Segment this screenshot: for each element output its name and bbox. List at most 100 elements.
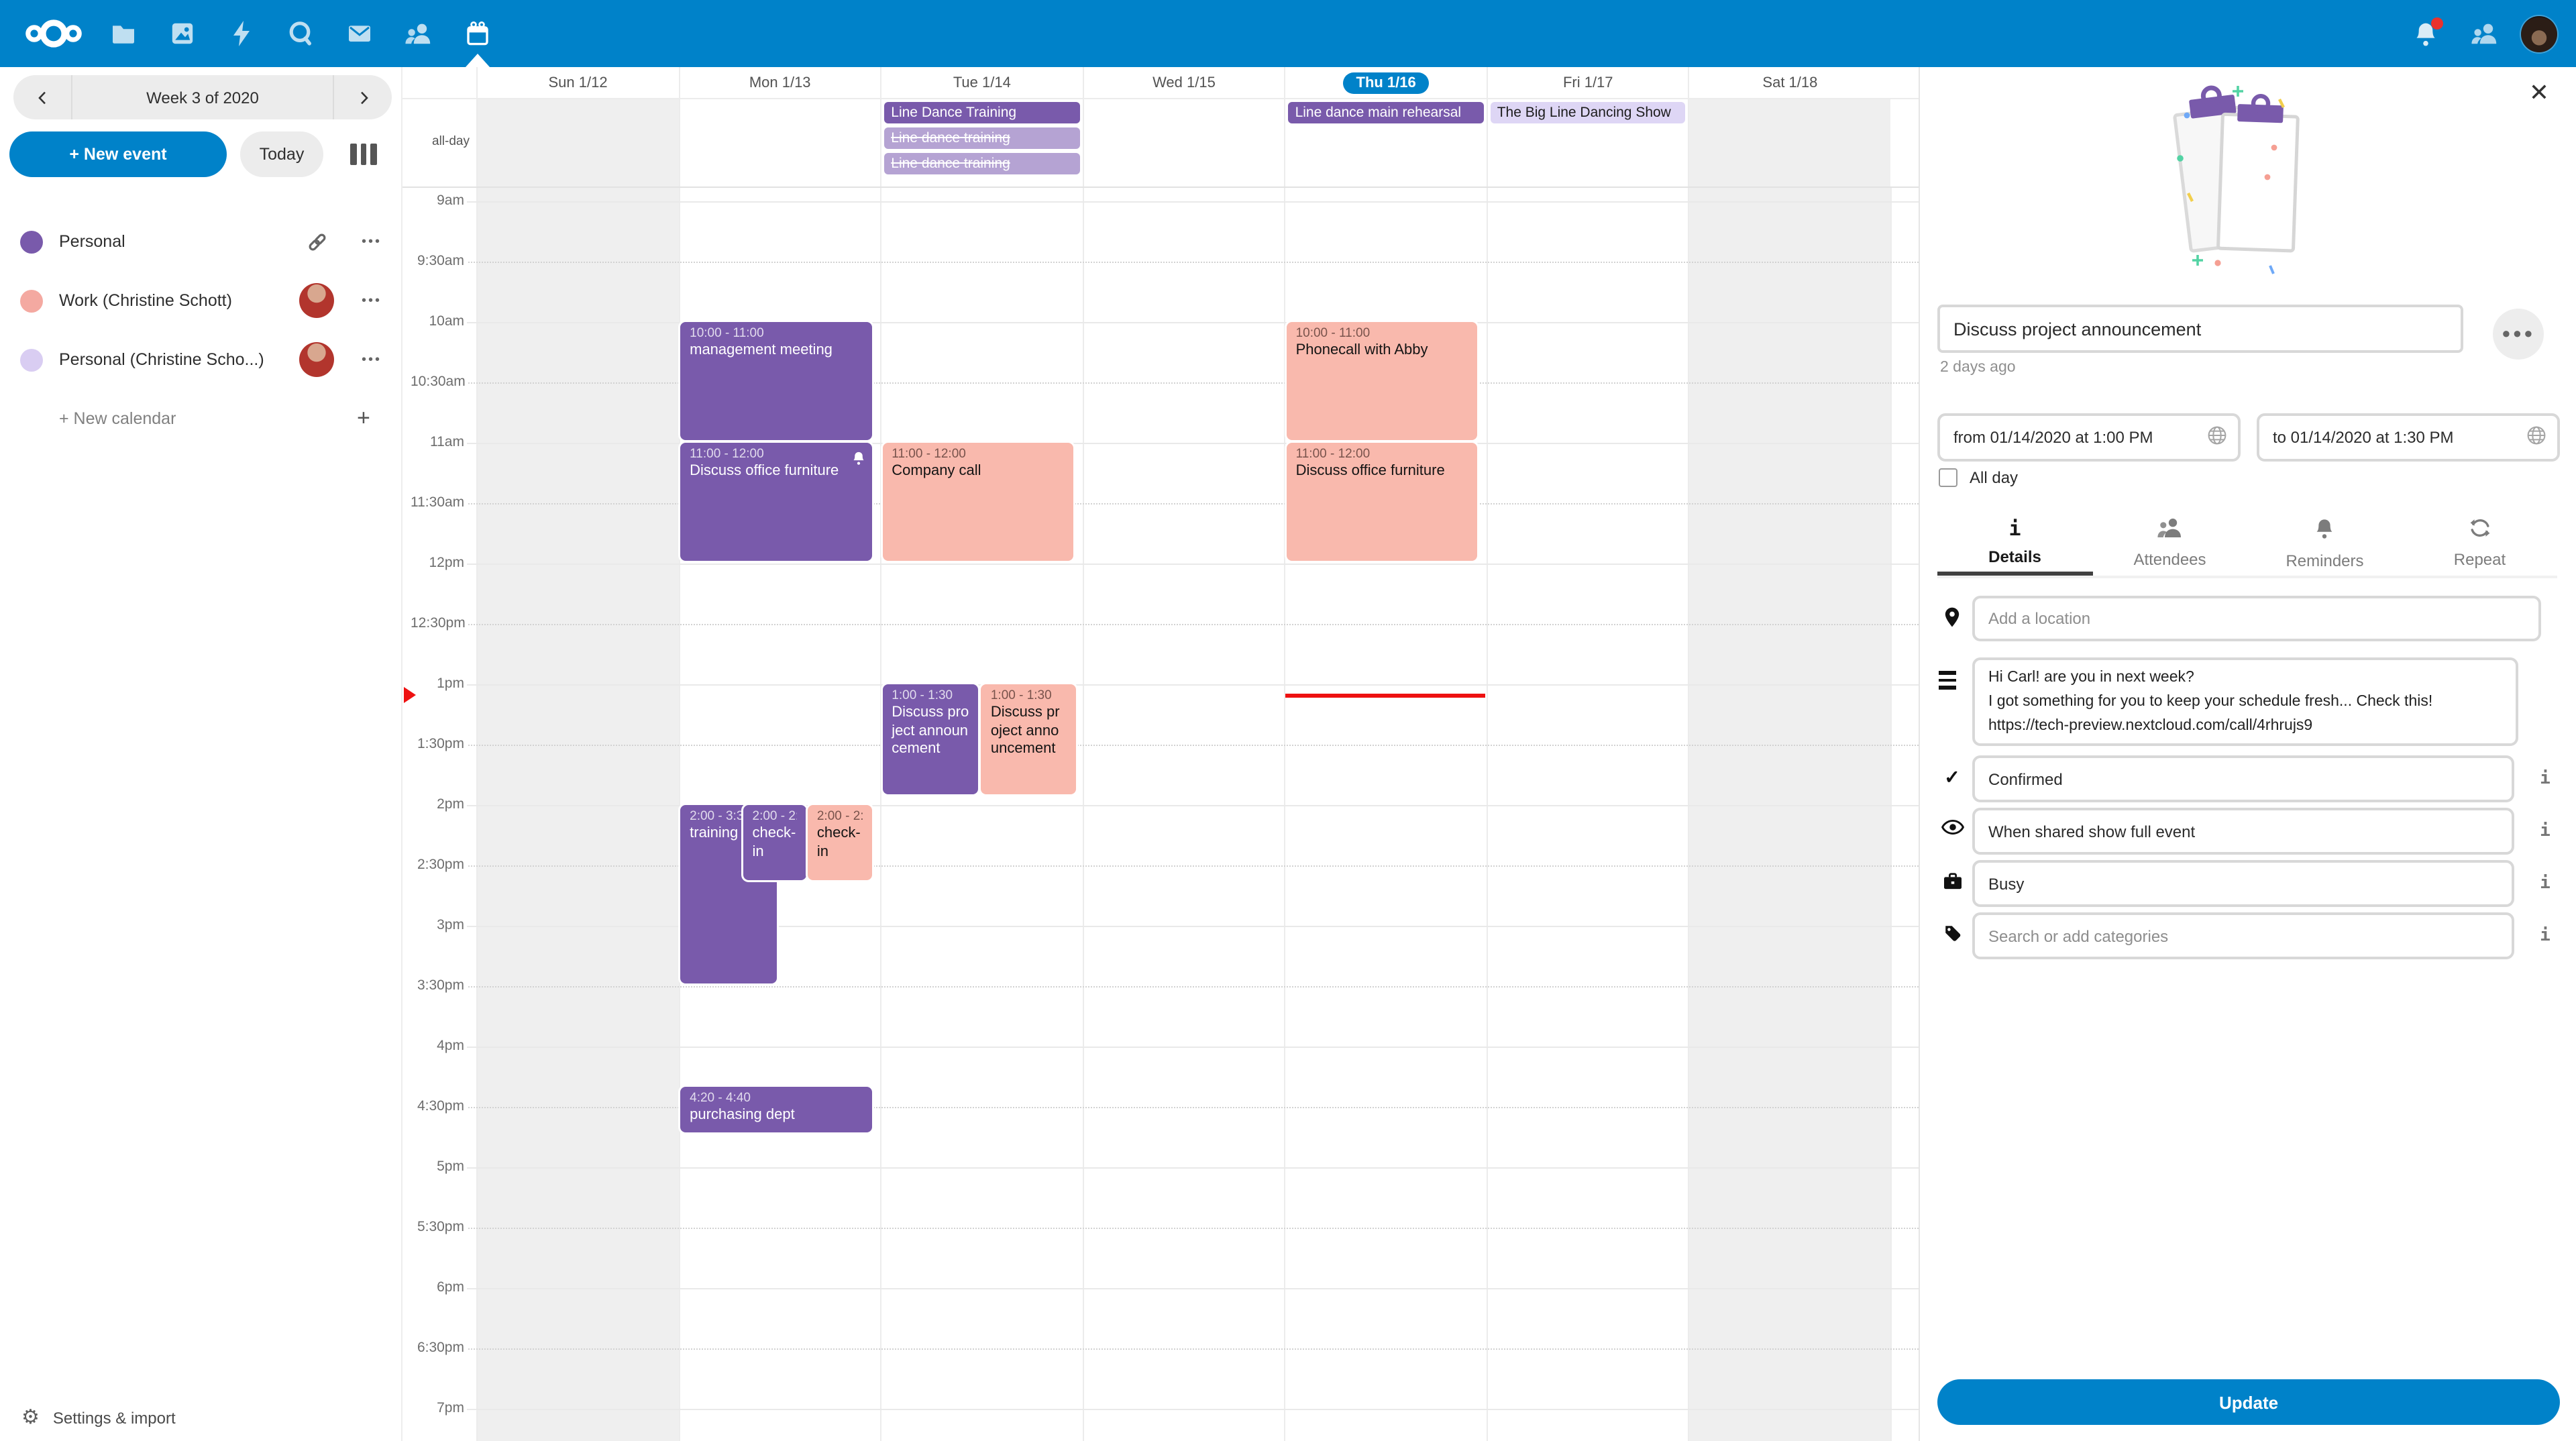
day-header-cell[interactable]: Sun 1/12 <box>476 67 678 99</box>
update-button[interactable]: Update <box>1937 1379 2560 1425</box>
all-day-event[interactable]: The Big Line Dancing Show <box>1491 102 1686 123</box>
time-label: 1:30pm <box>402 735 467 753</box>
talk-icon[interactable] <box>271 0 330 67</box>
info-icon[interactable]: i <box>2536 769 2555 789</box>
all-day-cell[interactable] <box>476 99 678 186</box>
day-header-cell[interactable]: Sat 1/18 <box>1688 67 1890 99</box>
tab-attendees[interactable]: Attendees <box>2092 513 2247 576</box>
selected-day-pill: Thu 1/16 <box>1343 72 1430 94</box>
time-label: 5:30pm <box>402 1218 467 1236</box>
event-title-input[interactable] <box>1937 305 2463 353</box>
location-pin-icon <box>1939 606 1966 628</box>
info-icon[interactable]: i <box>2536 873 2555 894</box>
user-avatar[interactable] <box>2521 15 2557 52</box>
previous-week-button[interactable] <box>13 75 72 119</box>
info-icon[interactable]: i <box>2536 821 2555 841</box>
all-day-cell[interactable]: Line dance main rehearsal <box>1285 99 1487 186</box>
briefcase-icon <box>1939 872 1966 890</box>
tab-repeat[interactable]: Repeat <box>2402 513 2557 576</box>
day-column[interactable] <box>476 188 678 1441</box>
event-start-field[interactable]: from 01/14/2020 at 1:00 PM <box>1937 413 2241 462</box>
calendar-list-item[interactable]: Personal (Christine Scho...) ••• <box>0 330 401 389</box>
tab-reminders[interactable]: Reminders <box>2247 513 2402 576</box>
new-calendar-label: + New calendar <box>59 409 176 428</box>
nextcloud-logo-icon[interactable] <box>13 0 94 67</box>
day-column[interactable] <box>1487 188 1688 1441</box>
week-label[interactable]: Week 3 of 2020 <box>72 75 333 119</box>
shared-by-avatar[interactable] <box>298 342 335 377</box>
mail-icon[interactable] <box>330 0 389 67</box>
all-day-cell[interactable] <box>1688 99 1890 186</box>
grid-stub-column <box>1890 188 1919 1441</box>
new-calendar-button[interactable]: + New calendar+ <box>0 389 401 448</box>
calendar-list-item[interactable]: Personal••• <box>0 212 401 271</box>
day-header-cell[interactable]: Wed 1/15 <box>1082 67 1284 99</box>
activity-icon[interactable] <box>212 0 271 67</box>
all-day-cell[interactable]: Line Dance Training Line dance training Li… <box>880 99 1082 186</box>
calendar-list-item[interactable]: Work (Christine Schott)••• <box>0 271 401 330</box>
day-header-cell[interactable]: Tue 1/14 <box>880 67 1082 99</box>
eye-icon <box>1939 820 1966 835</box>
info-icon[interactable]: i <box>2536 926 2555 946</box>
calendar-event[interactable]: 1:00 - 1:30Discuss project announcement <box>981 684 1076 794</box>
all-day-label: all-day <box>402 134 470 149</box>
day-header-cell[interactable]: Mon 1/13 <box>678 67 880 99</box>
detail-field-check[interactable]: Confirmed <box>1972 755 2514 802</box>
share-link-icon[interactable] <box>298 230 335 253</box>
all-day-event[interactable]: Line dance training <box>884 153 1079 174</box>
tab-details[interactable]: iDetails <box>1937 513 2092 576</box>
new-event-button[interactable]: + New event <box>9 131 227 177</box>
contacts-menu-icon[interactable] <box>2462 0 2508 67</box>
calendar-event[interactable]: 11:00 - 12:00Company call <box>882 443 1073 561</box>
description-textarea[interactable]: Hi Carl! are you in next week? I got som… <box>1972 657 2518 746</box>
all-day-event[interactable]: Line dance main rehearsal <box>1289 102 1484 123</box>
files-icon[interactable] <box>94 0 153 67</box>
detail-field-eye[interactable]: When shared show full event <box>1972 808 2514 855</box>
calendar-actions-menu-icon[interactable]: ••• <box>352 352 392 367</box>
all-day-event[interactable]: Line dance training <box>884 127 1079 149</box>
calendar-actions-menu-icon[interactable]: ••• <box>352 234 392 249</box>
next-week-button[interactable] <box>333 75 392 119</box>
settings-import[interactable]: ⚙ Settings & import <box>21 1407 176 1428</box>
day-column[interactable] <box>1688 188 1890 1441</box>
calendar-event[interactable]: 10:00 - 11:00Phonecall with Abby <box>1287 322 1478 440</box>
event-end-value: to 01/14/2020 at 1:30 PM <box>2273 428 2526 447</box>
calendar-event[interactable]: 1:00 - 1:30Discuss project announcement <box>882 684 979 794</box>
location-input[interactable] <box>1972 596 2541 641</box>
calendar-event[interactable]: 11:00 - 12:00Discuss office furniture <box>1287 443 1478 561</box>
calendar-event[interactable]: 11:00 - 12:00Discuss office furniture <box>680 443 871 561</box>
timezone-globe-icon[interactable] <box>2526 425 2546 449</box>
time-grid[interactable]: 9am9:30am10am10:30am11am11:30am12pm12:30… <box>402 188 1919 1441</box>
photos-icon[interactable] <box>153 0 212 67</box>
calendar-event[interactable]: 2:00 - 2:30check-in <box>808 805 871 880</box>
calendar-event[interactable]: 4:20 - 4:40purchasing dept <box>680 1087 871 1132</box>
week-view-toggle-icon[interactable] <box>350 144 376 165</box>
day-column[interactable] <box>1082 188 1284 1441</box>
day-column[interactable] <box>880 188 1082 1441</box>
detail-field-tag[interactable]: Search or add categories <box>1972 912 2514 959</box>
all-day-event[interactable]: Line Dance Training <box>884 102 1079 123</box>
event-actions-menu-icon[interactable]: ●●● <box>2493 309 2544 360</box>
timezone-globe-icon[interactable] <box>2207 425 2227 449</box>
contacts-icon[interactable] <box>389 0 448 67</box>
day-header-cell[interactable]: Thu 1/16 <box>1285 67 1487 99</box>
close-icon[interactable]: ✕ <box>2529 81 2549 105</box>
all-day-cell[interactable] <box>678 99 880 186</box>
calendar-name: Personal (Christine Scho...) <box>59 350 264 369</box>
today-button[interactable]: Today <box>240 131 323 177</box>
all-day-checkbox[interactable] <box>1939 468 1957 487</box>
calendar-actions-menu-icon[interactable]: ••• <box>352 293 392 308</box>
calendar-event[interactable]: 2:00 - 2:30check-in <box>743 805 807 880</box>
all-day-cell[interactable]: The Big Line Dancing Show <box>1487 99 1688 186</box>
time-label: 2:30pm <box>402 855 467 874</box>
notifications-bell-icon[interactable] <box>2403 0 2449 67</box>
day-header-cell[interactable]: Fri 1/17 <box>1487 67 1688 99</box>
event-end-field[interactable]: to 01/14/2020 at 1:30 PM <box>2257 413 2560 462</box>
shared-by-avatar[interactable] <box>298 283 335 318</box>
description-lines-icon <box>1939 671 1966 689</box>
calendar-icon[interactable] <box>448 0 507 67</box>
detail-field-briefcase[interactable]: Busy <box>1972 860 2514 907</box>
all-day-cell[interactable] <box>1082 99 1284 186</box>
all-day-checkbox-row[interactable]: All day <box>1939 468 2018 487</box>
calendar-event[interactable]: 10:00 - 11:00management meeting <box>680 322 871 440</box>
